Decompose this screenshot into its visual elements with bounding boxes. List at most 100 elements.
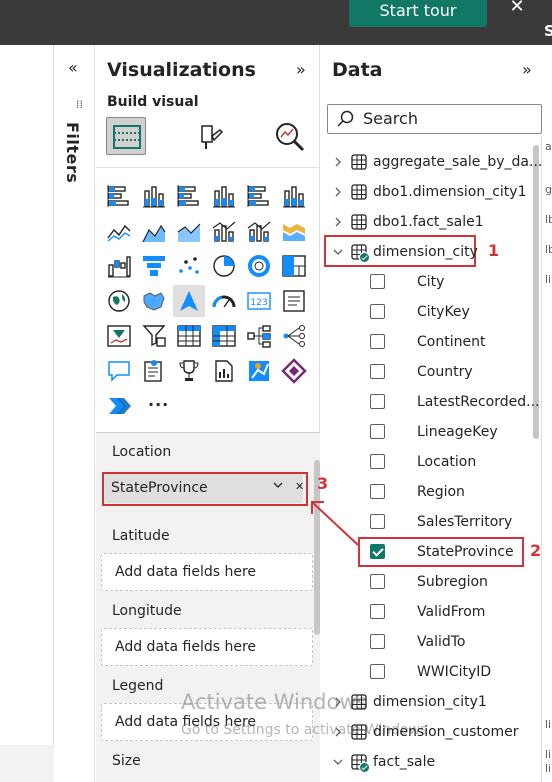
field-item[interactable]: Subregion (417, 570, 488, 594)
area-chart-icon[interactable] (141, 218, 167, 244)
arcgis-map-icon[interactable] (246, 358, 272, 384)
card-icon[interactable]: 123 (246, 288, 272, 314)
field-item[interactable]: Region (417, 480, 465, 504)
donut-chart-icon[interactable] (246, 253, 272, 279)
format-visual-button[interactable] (196, 122, 226, 152)
table-item[interactable]: dimension_city (373, 240, 478, 264)
field-item[interactable]: Location (417, 450, 476, 474)
longitude-drop-zone[interactable]: Add data fields here (101, 628, 313, 666)
table-item[interactable]: dbo1.dimension_city1 (373, 180, 527, 204)
field-item[interactable]: LatestRecorded... (417, 390, 540, 414)
share-button-edge[interactable]: S (544, 22, 552, 40)
pie-chart-icon[interactable] (211, 253, 237, 279)
chevron-right-icon[interactable] (333, 157, 343, 167)
filled-map-icon[interactable] (141, 288, 167, 314)
close-icon[interactable]: ✕ (507, 0, 527, 18)
table-item[interactable]: aggregate_sale_by_da... (373, 150, 542, 174)
scatter-icon[interactable] (176, 253, 202, 279)
field-checkbox[interactable] (370, 334, 385, 349)
field-checkbox[interactable] (370, 604, 385, 619)
build-visual-button[interactable] (106, 117, 146, 155)
field-item[interactable]: CityKey (417, 300, 470, 324)
field-checkbox[interactable] (370, 394, 385, 409)
field-item[interactable]: ValidTo (417, 630, 465, 654)
paginated-report-icon[interactable] (211, 358, 237, 384)
clustered-bar-icon[interactable] (176, 183, 202, 209)
field-item[interactable]: LineageKey (417, 420, 498, 444)
smart-narrative-icon[interactable] (141, 358, 167, 384)
power-automate-icon[interactable] (106, 393, 132, 419)
chevron-right-icon[interactable] (333, 187, 343, 197)
field-checkbox[interactable] (370, 634, 385, 649)
table-item[interactable]: fact_sale (373, 750, 435, 774)
stacked-column-icon[interactable] (141, 183, 167, 209)
start-tour-button[interactable]: Start tour (349, 0, 487, 27)
filters-collapse-icon[interactable]: « (68, 58, 78, 77)
100-stacked-bar-icon[interactable] (246, 183, 272, 209)
field-item[interactable]: Country (417, 360, 473, 384)
trophy-icon[interactable] (176, 358, 202, 384)
chevron-down-icon[interactable] (333, 247, 343, 257)
ribbon-chart-icon[interactable] (281, 218, 307, 244)
field-item[interactable]: Continent (417, 330, 485, 354)
map-icon[interactable] (106, 288, 132, 314)
chevron-right-icon[interactable] (333, 727, 343, 737)
slicer-icon[interactable] (141, 323, 167, 349)
more-visuals-button[interactable]: ··· (148, 395, 169, 414)
next-pane-text: lb (545, 213, 552, 226)
funnel-icon[interactable] (141, 253, 167, 279)
filters-label[interactable]: Filters (63, 122, 82, 183)
data-expand-icon[interactable]: » (522, 60, 532, 79)
decomposition-tree-icon[interactable] (246, 323, 272, 349)
power-apps-icon[interactable] (281, 358, 307, 384)
field-item[interactable]: StateProvince (417, 540, 514, 564)
field-checkbox[interactable] (370, 364, 385, 379)
latitude-drop-zone[interactable]: Add data fields here (101, 553, 313, 591)
field-checkbox[interactable] (370, 274, 385, 289)
search-input[interactable] (327, 104, 542, 134)
field-checkbox[interactable] (370, 514, 385, 529)
chevron-down-icon[interactable] (333, 757, 343, 767)
visualizations-expand-icon[interactable]: » (296, 60, 306, 79)
table-item[interactable]: dimension_customer (373, 720, 518, 744)
kpi-icon[interactable] (106, 323, 132, 349)
line-stacked-column-icon[interactable] (211, 218, 237, 244)
annotation-number-1: 1 (488, 241, 500, 260)
table-item[interactable]: dimension_city1 (373, 690, 487, 714)
qa-icon[interactable] (106, 358, 132, 384)
analytics-magnifier-icon (276, 123, 305, 152)
report-canvas[interactable] (0, 45, 54, 782)
azure-map-icon[interactable] (173, 285, 205, 317)
table-icon[interactable] (176, 323, 202, 349)
field-checkbox[interactable] (370, 664, 385, 679)
field-checkbox[interactable] (370, 424, 385, 439)
stacked-bar-icon[interactable] (106, 183, 132, 209)
field-checkbox[interactable] (370, 574, 385, 589)
field-checkbox[interactable] (370, 454, 385, 469)
field-item[interactable]: WWICityID (417, 660, 491, 684)
table-item[interactable]: dbo1.fact_sale1 (373, 210, 484, 234)
key-influencers-icon[interactable] (281, 323, 307, 349)
chevron-right-icon[interactable] (333, 697, 343, 707)
stacked-area-icon[interactable] (176, 218, 202, 244)
location-well-title: Location (112, 444, 172, 460)
multi-row-card-icon[interactable] (281, 288, 307, 314)
analytics-button[interactable] (273, 120, 307, 154)
treemap-icon[interactable] (281, 253, 307, 279)
100-stacked-column-icon[interactable] (281, 183, 307, 209)
field-checkbox[interactable] (370, 544, 385, 559)
field-item[interactable]: City (417, 270, 444, 294)
field-item[interactable]: SalesTerritory (417, 510, 512, 534)
waterfall-icon[interactable] (106, 253, 132, 279)
gauge-icon[interactable] (211, 288, 237, 314)
chevron-right-icon[interactable] (333, 217, 343, 227)
field-item[interactable]: ValidFrom (417, 600, 485, 624)
table-icon (351, 184, 367, 200)
selected-check-badge-icon (359, 762, 370, 773)
line-clustered-column-icon[interactable] (246, 218, 272, 244)
line-chart-icon[interactable] (106, 218, 132, 244)
matrix-icon[interactable] (211, 323, 237, 349)
field-checkbox[interactable] (370, 484, 385, 499)
clustered-column-icon[interactable] (211, 183, 237, 209)
field-checkbox[interactable] (370, 304, 385, 319)
